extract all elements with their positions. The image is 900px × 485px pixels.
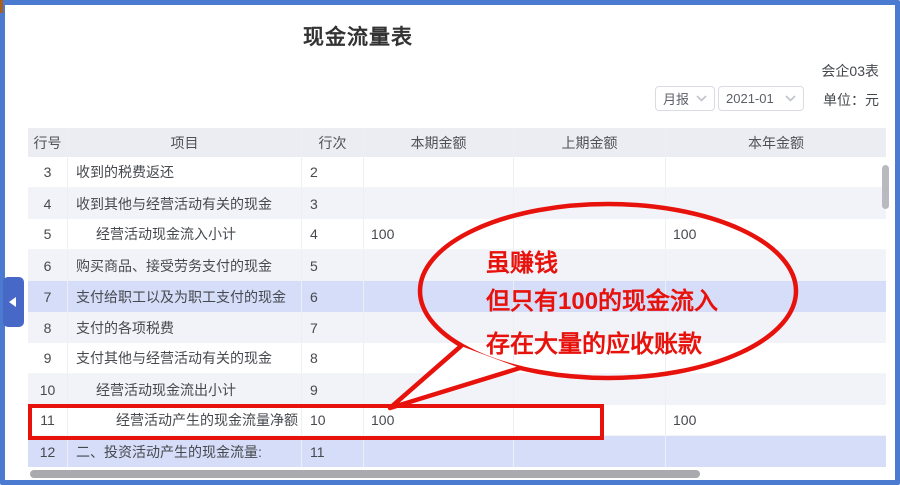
year-amount-cell [666,374,886,405]
item-cell: 收到其他与经营活动有关的现金 [68,188,302,219]
row-number-cell: 6 [28,250,68,281]
year-amount-cell [666,281,886,312]
current-amount-cell [364,374,514,405]
table-row[interactable]: 7 支付给职工以及为职工支付的现金 6 [28,281,886,312]
chevron-down-icon [785,95,796,102]
table-row[interactable]: 12 二、投资活动产生的现金流量: 11 [28,436,886,467]
year-amount-cell [666,343,886,373]
row-number-cell: 4 [28,188,68,219]
line-number-cell: 7 [302,312,364,343]
item-cell: 收到的税费返还 [68,157,302,187]
table-row[interactable]: 9 支付其他与经营活动有关的现金 8 [28,343,886,374]
prior-amount-cell [514,374,666,405]
item-cell: 支付给职工以及为职工支付的现金 [68,281,302,312]
table-row[interactable]: 11 经营活动产生的现金流量净额 10 100 100 [28,405,886,436]
table-body: 3 收到的税费返还 2 4 收到其他与经营活动有关的现金 3 5 经营活动现金流… [28,157,886,467]
current-amount-cell [364,343,514,373]
table-header-row: 行号 项目 行次 本期金额 上期金额 本年金额 [28,128,886,157]
column-header-year: 本年金额 [666,128,886,157]
item-cell: 经营活动现金流出小计 [68,374,302,405]
current-amount-cell: 100 [364,219,514,249]
current-amount-cell [364,312,514,343]
year-amount-cell [666,157,886,187]
vertical-scrollbar-thumb[interactable] [882,165,889,209]
horizontal-scrollbar-thumb[interactable] [30,470,700,478]
column-header-row-no: 行号 [28,128,68,157]
item-cell: 经营活动现金流入小计 [68,219,302,249]
corner-artifact [0,0,3,13]
line-number-cell: 11 [302,436,364,467]
prior-amount-cell [514,250,666,281]
item-cell: 二、投资活动产生的现金流量: [68,436,302,467]
table-row[interactable]: 3 收到的税费返还 2 [28,157,886,188]
month-select[interactable]: 2021-01 [718,86,804,111]
row-number-cell: 7 [28,281,68,312]
row-number-cell: 5 [28,219,68,249]
row-number-cell: 10 [28,374,68,405]
table-row[interactable]: 4 收到其他与经营活动有关的现金 3 [28,188,886,219]
current-amount-cell [364,250,514,281]
line-number-cell: 8 [302,343,364,373]
sidebar-collapse-handle[interactable] [3,277,24,327]
current-amount-cell [364,281,514,312]
column-header-prior: 上期金额 [514,128,666,157]
table-row[interactable]: 5 经营活动现金流入小计 4 100 100 [28,219,886,250]
table-row[interactable]: 10 经营活动现金流出小计 9 [28,374,886,405]
prior-amount-cell [514,436,666,467]
row-number-cell: 9 [28,343,68,373]
column-header-line-no: 行次 [302,128,364,157]
chevron-down-icon [696,95,707,102]
cash-flow-table: 行号 项目 行次 本期金额 上期金额 本年金额 3 收到的税费返还 2 4 收到… [28,128,886,467]
period-type-select[interactable]: 月报 [655,86,715,111]
row-number-cell: 11 [28,405,68,435]
item-cell: 购买商品、接受劳务支付的现金 [68,250,302,281]
row-number-cell: 3 [28,157,68,187]
prior-amount-cell [514,219,666,249]
current-amount-cell [364,157,514,187]
page-title: 现金流量表 [0,21,716,51]
item-cell: 支付的各项税费 [68,312,302,343]
item-cell: 经营活动产生的现金流量净额 [68,405,302,435]
line-number-cell: 9 [302,374,364,405]
table-row[interactable]: 8 支付的各项税费 7 [28,312,886,343]
prior-amount-cell [514,343,666,373]
row-number-cell: 12 [28,436,68,467]
arrow-left-icon [9,297,16,307]
current-amount-cell [364,188,514,219]
year-amount-cell [666,312,886,343]
line-number-cell: 6 [302,281,364,312]
column-header-current: 本期金额 [364,128,514,157]
line-number-cell: 2 [302,157,364,187]
line-number-cell: 4 [302,219,364,249]
cash-flow-report-window: 现金流量表 会企03表 单位：元 月报 2021-01 行号 项目 行次 本期金… [0,0,900,485]
unit-label: 单位：元 [823,90,879,110]
table-row[interactable]: 6 购买商品、接受劳务支付的现金 5 [28,250,886,281]
prior-amount-cell [514,157,666,187]
month-value: 2021-01 [726,91,774,106]
current-amount-cell: 100 [364,405,514,435]
year-amount-cell [666,188,886,219]
prior-amount-cell [514,405,666,435]
prior-amount-cell [514,281,666,312]
form-code-label: 会企03表 [821,61,879,81]
column-header-item: 项目 [68,128,302,157]
line-number-cell: 5 [302,250,364,281]
line-number-cell: 10 [302,405,364,435]
period-type-value: 月报 [663,89,689,108]
year-amount-cell: 100 [666,405,886,435]
item-cell: 支付其他与经营活动有关的现金 [68,343,302,373]
prior-amount-cell [514,188,666,219]
prior-amount-cell [514,312,666,343]
line-number-cell: 3 [302,188,364,219]
current-amount-cell [364,436,514,467]
year-amount-cell: 100 [666,219,886,249]
year-amount-cell [666,250,886,281]
row-number-cell: 8 [28,312,68,343]
year-amount-cell [666,436,886,467]
